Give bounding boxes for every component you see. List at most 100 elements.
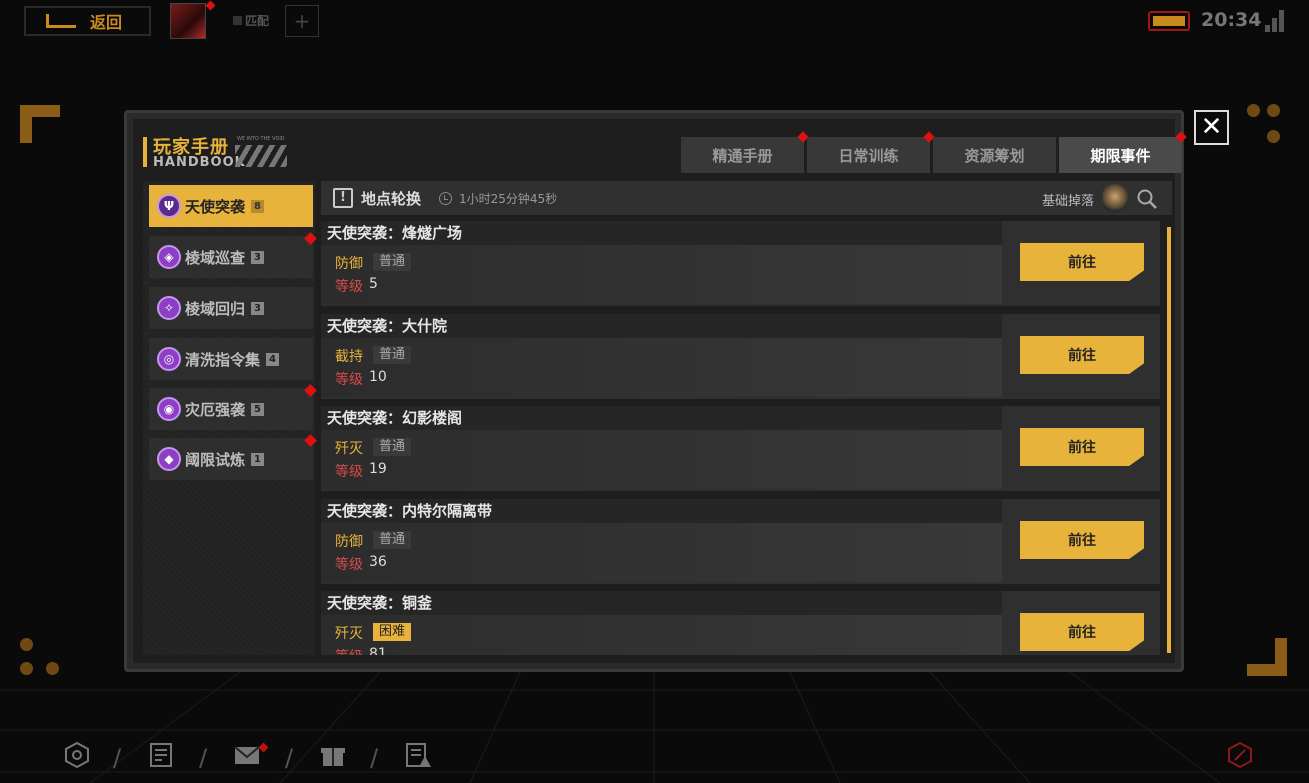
battery-icon — [1148, 11, 1190, 31]
sidebar-item-return[interactable]: ✧ 棱域回归 3 — [149, 287, 313, 329]
count-badge: 4 — [266, 352, 279, 366]
list-item: 天使突袭：内特尔隔离带 防御 普通 等级 36 前往 — [321, 499, 1160, 584]
card-title: 天使突袭：内特尔隔离带 — [321, 499, 1002, 523]
trial-icon: ◆ — [157, 447, 181, 471]
drop-item-icon[interactable] — [1102, 184, 1128, 212]
level-label: 等级 — [335, 557, 363, 573]
bottom-bar: / / / / — [0, 740, 1309, 783]
mission-type: 防御 — [335, 256, 363, 272]
match-status[interactable]: 匹配 — [233, 12, 269, 29]
count-badge: 3 — [251, 250, 264, 264]
event-list: 天使突袭：烽燧广场 防御 普通 等级 5 前往 天使突袭：大什院 截持 普通 等… — [321, 221, 1163, 655]
go-button[interactable]: 前往 — [1020, 613, 1144, 651]
purge-icon: ◎ — [157, 347, 181, 371]
sidebar-item-trial[interactable]: ◆ 阈限试炼 1 — [149, 434, 317, 480]
back-label: 返回 — [90, 13, 123, 32]
go-button[interactable]: 前往 — [1020, 521, 1144, 559]
content-header: ! 地点轮换 1小时25分钟45秒 基础掉落 — [321, 181, 1172, 215]
add-button[interactable]: + — [285, 5, 319, 37]
tab-resource-planning[interactable]: 资源筹划 — [933, 137, 1056, 173]
match-icon — [233, 16, 242, 25]
clock-time: 20:34 — [1201, 9, 1262, 31]
level-value: 10 — [369, 369, 387, 385]
difficulty-badge: 普通 — [373, 531, 412, 549]
sidebar-item-patrol[interactable]: ◈ 棱域巡查 3 — [149, 232, 317, 278]
difficulty-badge: 普通 — [373, 438, 412, 456]
tab-limited-events[interactable]: 期限事件 — [1059, 131, 1187, 173]
return-icon: ✧ — [157, 296, 181, 320]
patrol-icon: ◈ — [157, 245, 181, 269]
difficulty-badge: 困难 — [373, 623, 412, 641]
gift-icon[interactable] — [318, 740, 348, 770]
count-badge: 8 — [251, 199, 264, 213]
go-button[interactable]: 前往 — [1020, 243, 1144, 281]
sidebar-item-label: 清洗指令集 — [185, 350, 261, 369]
corner-decoration-top-left — [20, 105, 60, 143]
rotation-timer: 1小时25分钟45秒 — [459, 191, 558, 206]
card-body: 歼灭 普通 等级 19 — [321, 430, 1002, 489]
clock-icon — [439, 191, 453, 205]
warning-icon: ! — [333, 188, 353, 208]
mission-type: 防御 — [335, 534, 363, 550]
tab-daily-training[interactable]: 日常训练 — [807, 131, 935, 173]
sidebar-item-label: 棱域巡查 — [185, 248, 246, 267]
report-icon[interactable] — [403, 740, 433, 770]
mail-icon[interactable] — [232, 740, 262, 770]
mission-type: 截持 — [335, 349, 363, 365]
search-icon[interactable] — [1136, 188, 1158, 210]
list-item: 天使突袭：铜釜 歼灭 困难 等级 81 前往 — [321, 591, 1160, 655]
notes-icon[interactable] — [146, 740, 176, 770]
sidebar-item-angel-raid[interactable]: Ψ 天使突袭 8 — [149, 185, 313, 227]
card-body: 歼灭 困难 等级 81 — [321, 615, 1002, 655]
alert-dot — [304, 384, 317, 397]
sidebar-item-label: 灾厄强袭 — [185, 400, 246, 419]
settings-icon[interactable] — [62, 740, 92, 770]
level-label: 等级 — [335, 464, 363, 480]
dots-decoration-bottom-left — [20, 638, 60, 678]
level-label: 等级 — [335, 372, 363, 388]
card-body: 防御 普通 等级 5 — [321, 245, 1002, 304]
list-item: 天使突袭：幻影楼阁 歼灭 普通 等级 19 前往 — [321, 406, 1160, 491]
level-value: 81 — [369, 646, 387, 655]
difficulty-badge: 普通 — [373, 346, 412, 364]
compass-icon[interactable] — [1225, 740, 1255, 770]
sidebar-item-label: 阈限试炼 — [185, 450, 246, 469]
avatar[interactable] — [170, 3, 206, 39]
card-title: 天使突袭：烽燧广场 — [321, 221, 1002, 245]
alert-dot — [304, 232, 317, 245]
alert-dot — [1175, 131, 1187, 143]
top-bar: 返回 匹配 + 20:34 — [0, 0, 1309, 44]
sidebar-item-purge[interactable]: ◎ 清洗指令集 4 — [149, 338, 313, 380]
tab-label: 期限事件 — [1090, 146, 1151, 165]
match-label: 匹配 — [245, 14, 270, 28]
level-value: 36 — [369, 554, 387, 570]
card-title: 天使突袭：铜釜 — [321, 591, 1002, 615]
angel-icon: Ψ — [157, 194, 181, 218]
tab-label: 日常训练 — [838, 146, 899, 165]
back-button[interactable]: 返回 — [24, 6, 151, 36]
tab-label: 资源筹划 — [964, 146, 1025, 165]
level-label: 等级 — [335, 646, 363, 655]
level-value: 5 — [369, 276, 378, 292]
dots-decoration-top-right — [1247, 104, 1287, 144]
handbook-modal: 玩家手册 HANDBOOK WE INTO THE VOID 精通手册 日常训练… — [124, 110, 1187, 672]
list-scrollbar[interactable] — [1167, 227, 1171, 653]
calamity-icon: ◉ — [157, 397, 181, 421]
card-body: 防御 普通 等级 36 — [321, 523, 1002, 582]
card-title: 天使突袭：幻影楼阁 — [321, 406, 1002, 430]
count-badge: 3 — [251, 301, 264, 315]
handbook-tagline: WE INTO THE VOID — [237, 136, 285, 142]
close-button[interactable]: ✕ — [1194, 110, 1229, 145]
sidebar-item-label: 棱域回归 — [185, 299, 246, 318]
avatar-alert-dot — [205, 0, 216, 11]
handbook-panel: 玩家手册 HANDBOOK WE INTO THE VOID 精通手册 日常训练… — [133, 119, 1187, 663]
drop-label: 基础掉落 — [1041, 194, 1094, 209]
tab-mastery[interactable]: 精通手册 — [681, 131, 809, 173]
stripes-icon — [235, 145, 287, 167]
difficulty-badge: 普通 — [373, 253, 412, 271]
go-button[interactable]: 前往 — [1020, 428, 1144, 466]
go-button[interactable]: 前往 — [1020, 336, 1144, 374]
sidebar-item-calamity[interactable]: ◉ 灾厄强袭 5 — [149, 384, 317, 430]
handbook-logo: 玩家手册 HANDBOOK WE INTO THE VOID — [143, 133, 303, 173]
mission-type: 歼灭 — [335, 626, 363, 642]
